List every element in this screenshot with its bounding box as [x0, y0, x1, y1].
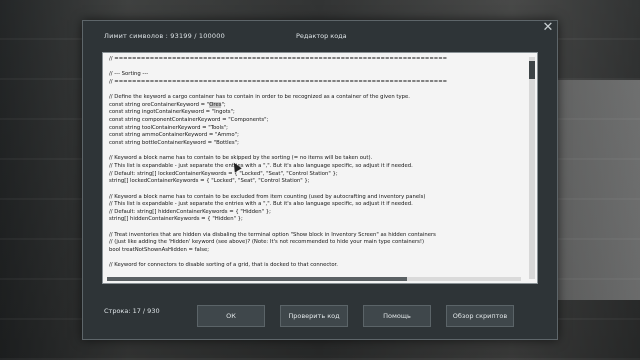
check-code-button[interactable]: Проверить код [280, 305, 348, 327]
ok-button[interactable]: ОК [197, 305, 265, 327]
code-line: // Default: string[] hiddenContainerKeyw… [109, 208, 271, 215]
code-lines: // =====================================… [109, 56, 523, 270]
code-line: const string bottleContainerKeyword = "B… [109, 140, 239, 147]
vertical-scrollbar-thumb[interactable] [529, 61, 535, 79]
code-line: // Keyword for connectors to disable sor… [109, 262, 338, 269]
code-text: const string oreContainerKeyword = " [109, 101, 210, 108]
code-line: string[] lockedContainerKeywords = { "Lo… [109, 178, 310, 185]
dialog-title: Редактор кода [296, 32, 347, 40]
code-line: // =====================================… [109, 56, 448, 62]
code-line: // =====================================… [109, 78, 448, 85]
code-line: // Keyword a block name has to contain t… [109, 193, 426, 200]
background-light-panel [545, 80, 640, 300]
code-line: // Treat inventories that are hidden via… [109, 231, 436, 238]
code-line: // (just like adding the 'Hidden' keywor… [109, 239, 425, 246]
vertical-scrollbar-track[interactable] [529, 57, 535, 279]
help-button[interactable]: Помощь [363, 305, 431, 327]
code-line: const string toolContainerKeyword = "Too… [109, 124, 228, 131]
code-line: // --- Sorting --- [109, 71, 149, 78]
browse-scripts-button[interactable]: Обзор скриптов [446, 305, 514, 327]
code-editor-textarea[interactable]: // =====================================… [102, 52, 538, 284]
code-line: // Default: string[] lockedContainerKeyw… [109, 170, 338, 177]
horizontal-scrollbar-thumb[interactable] [107, 277, 407, 281]
code-text: "; [221, 101, 226, 108]
char-limit-label: Лимит символов : 93199 / 100000 [104, 32, 225, 40]
code-line: bool treatNotShownAsHidden = false; [109, 247, 210, 254]
line-counter: Строка: 17 / 930 [104, 307, 160, 315]
code-line: const string componentContainerKeyword =… [109, 117, 269, 124]
code-line: const string ingotContainerKeyword = "In… [109, 109, 235, 116]
code-line: const string ammoContainerKeyword = "Amm… [109, 132, 239, 139]
code-line: // Define the keyword a cargo container … [109, 94, 410, 101]
code-line: // Keyword a block name has to contain t… [109, 155, 373, 162]
code-line: // This list is expandable - just separa… [109, 162, 413, 169]
code-line: string[] hiddenContainerKeywords = { "Hi… [109, 216, 243, 223]
selected-text: Ores [209, 101, 222, 108]
code-line: const string oreContainerKeyword = "Ores… [109, 101, 523, 110]
code-line: // This list is expandable - just separa… [109, 201, 413, 208]
close-icon[interactable]: ✕ [540, 20, 556, 36]
